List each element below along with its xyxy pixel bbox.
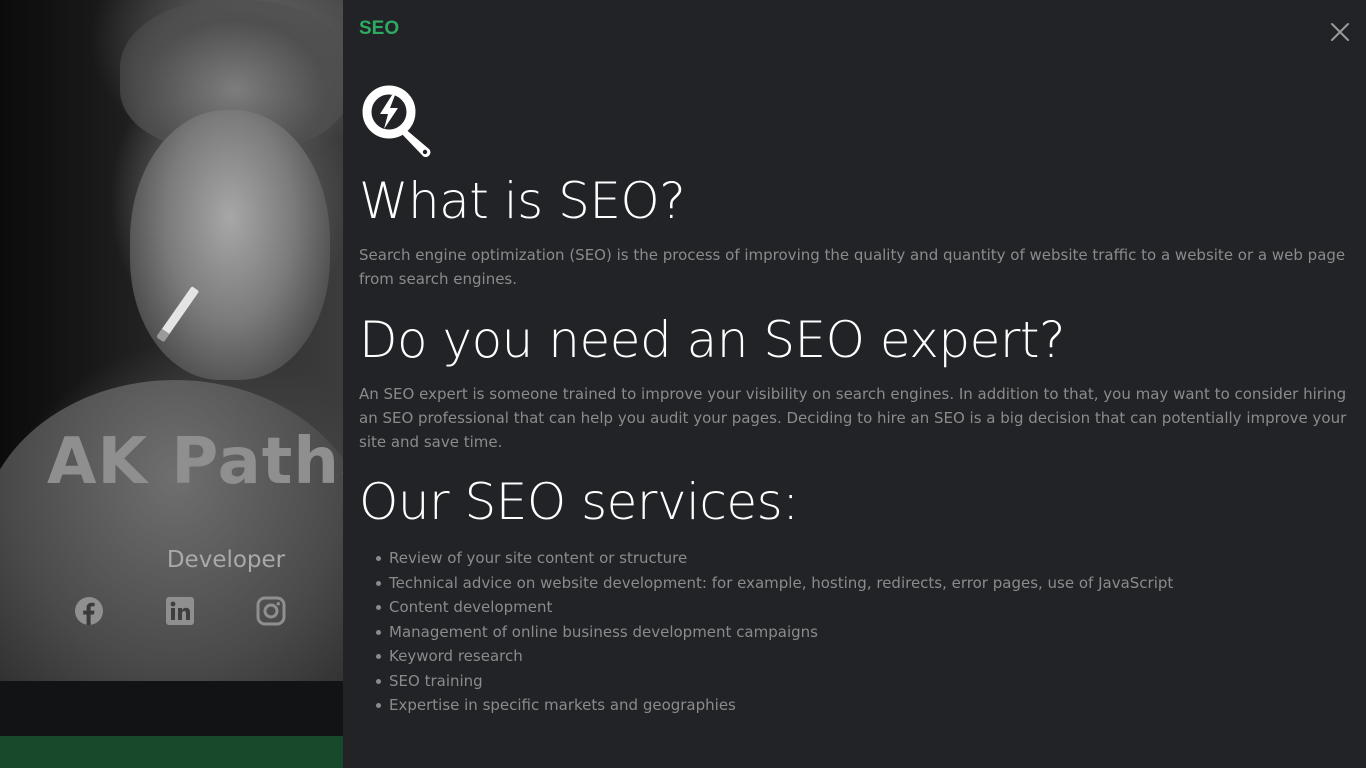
profile-name: AK Patha xyxy=(47,425,343,499)
close-icon[interactable] xyxy=(1328,20,1352,44)
list-item: Management of online business developmen… xyxy=(375,620,1173,645)
services-list: Review of your site content or structure… xyxy=(359,546,1173,718)
heading-need-expert: Do you need an SEO expert? xyxy=(359,311,1066,369)
list-item: Expertise in specific markets and geogra… xyxy=(375,693,1173,718)
seo-modal: SEO What is SEO? Search engine optimizat… xyxy=(343,0,1366,768)
list-item: SEO training xyxy=(375,669,1173,694)
paragraph-need-expert: An SEO expert is someone trained to impr… xyxy=(359,385,1347,451)
list-item: Content development xyxy=(375,595,1173,620)
heading-what-is-seo: What is SEO? xyxy=(359,172,686,230)
profile-role: Developer xyxy=(166,547,286,573)
heading-our-services: Our SEO services: xyxy=(359,473,799,531)
seo-search-bolt-icon xyxy=(359,83,433,159)
list-item: Technical advice on website development:… xyxy=(375,571,1173,596)
modal-title: SEO xyxy=(359,18,400,39)
profile-footer xyxy=(0,681,343,736)
green-footer-bar xyxy=(0,736,343,768)
instagram-icon[interactable] xyxy=(256,596,286,626)
paragraph-what-is-seo: Search engine optimization (SEO) is the … xyxy=(359,246,1346,288)
facebook-icon[interactable] xyxy=(74,596,104,626)
list-item: Keyword research xyxy=(375,644,1173,669)
list-item: Review of your site content or structure xyxy=(375,546,1173,571)
linkedin-icon[interactable] xyxy=(165,596,195,626)
profile-photo: AK Patha Developer xyxy=(0,0,343,681)
